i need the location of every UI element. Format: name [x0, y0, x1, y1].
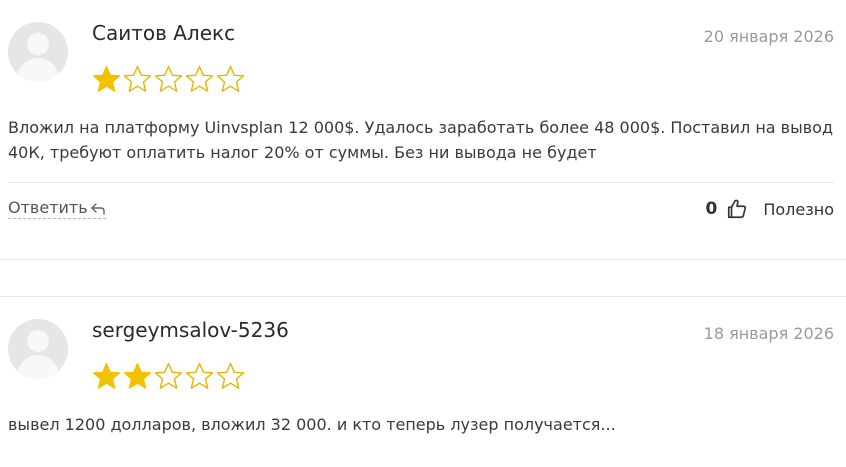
helpful-block: 0 Полезно	[706, 196, 835, 222]
star-rating	[91, 64, 246, 94]
review-separator	[0, 260, 846, 297]
avatar	[8, 319, 68, 379]
review-author: Саитов Алекс	[92, 21, 236, 45]
star-empty-icon	[185, 65, 214, 92]
avatar-body-shape	[17, 355, 59, 379]
reply-link[interactable]: Ответить	[8, 198, 106, 219]
thumbs-up-icon[interactable]	[726, 198, 748, 220]
star-empty-icon	[154, 362, 183, 389]
reply-arrow-icon	[90, 202, 105, 215]
star-filled-icon	[123, 362, 152, 389]
star-empty-icon	[216, 362, 245, 389]
review-date: 20 января 2026	[703, 27, 834, 46]
star-rating	[91, 361, 246, 391]
review-author: sergeymsalov-5236	[92, 318, 289, 342]
avatar-head-shape	[27, 33, 49, 55]
star-empty-icon	[216, 65, 245, 92]
star-empty-icon	[185, 362, 214, 389]
reply-label: Ответить	[8, 198, 88, 217]
star-empty-icon	[123, 65, 152, 92]
star-empty-icon	[154, 65, 183, 92]
star-filled-icon	[92, 362, 121, 389]
review-date: 18 января 2026	[703, 324, 834, 343]
review-card: Саитов Алекс 20 января 2026 Вложил на пл…	[0, 0, 846, 260]
avatar-body-shape	[17, 58, 59, 82]
avatar	[8, 22, 68, 82]
review-text: вывел 1200 долларов, вложил 32 000. и кт…	[8, 415, 616, 434]
star-filled-icon	[92, 65, 121, 92]
avatar-head-shape	[27, 330, 49, 352]
helpful-count: 0	[705, 199, 718, 219]
helpful-button[interactable]: Полезно	[763, 200, 834, 219]
review-card: sergeymsalov-5236 18 января 2026 вывел 1…	[0, 297, 846, 467]
review-text: Вложил на платформу Uinvsplan 12 000$. У…	[8, 118, 834, 162]
divider	[8, 182, 834, 183]
